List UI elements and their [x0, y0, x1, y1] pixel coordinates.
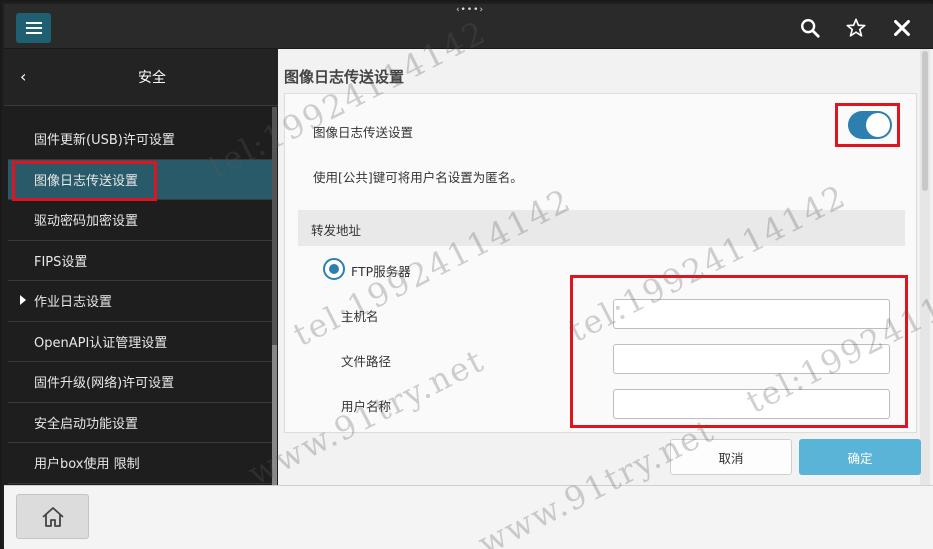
- sidebar-item[interactable]: 固件更新(USB)许可设置: [8, 119, 272, 160]
- section-title: 转发地址: [311, 223, 362, 238]
- radio-dot: [329, 264, 339, 274]
- favorite-button[interactable]: [842, 14, 870, 42]
- annotation-box-sidebar: [12, 161, 157, 201]
- sidebar-item[interactable]: 用户box使用 限制: [8, 443, 272, 484]
- sidebar-item[interactable]: 作业日志设置: [8, 281, 272, 322]
- sidebar-scrollbar[interactable]: [272, 107, 277, 485]
- ftp-server-radio[interactable]: [323, 258, 345, 280]
- close-button[interactable]: [888, 14, 916, 42]
- sidebar-item[interactable]: FIPS设置: [8, 241, 272, 281]
- sidebar-item[interactable]: 安全启动功能设置: [8, 403, 272, 443]
- sidebar-item-label: 固件更新(USB)许可设置: [34, 133, 175, 149]
- menu-button[interactable]: [16, 13, 51, 43]
- star-icon: [846, 18, 866, 37]
- sidebar-item-label: 作业日志设置: [34, 295, 113, 311]
- annotation-box-toggle: [835, 103, 900, 147]
- sidebar-item-label: 驱动密码加密设置: [34, 214, 139, 230]
- sidebar-item[interactable]: OpenAPI认证管理设置: [8, 322, 272, 362]
- search-icon: [801, 19, 820, 38]
- host-name-label: 主机名: [341, 309, 379, 324]
- pull-handle[interactable]: ‹•••›: [451, 6, 489, 15]
- top-bar: ‹•••›: [4, 4, 933, 49]
- sidebar-item[interactable]: 固件升级(网络)许可设置: [8, 362, 272, 403]
- ftp-server-label: FTP服务器: [351, 264, 411, 279]
- section-header: 转发地址: [298, 210, 905, 246]
- sidebar-item-label: 用户box使用 限制: [34, 457, 140, 473]
- sidebar-item-label: 安全启动功能设置: [34, 416, 139, 432]
- hint-text: 使用[公共]键可将用户名设置为匿名。: [313, 170, 523, 185]
- sidebar-item-label: 固件升级(网络)许可设置: [34, 376, 175, 392]
- annotation-box-fields: [570, 275, 908, 428]
- sidebar-item-label: FIPS设置: [34, 254, 88, 270]
- hamburger-icon: [25, 22, 42, 34]
- panel-scroll-thumb[interactable]: [922, 51, 928, 191]
- sidebar-header: ‹ 安全: [4, 49, 278, 106]
- page-title: 图像日志传送设置: [284, 68, 405, 86]
- cancel-button[interactable]: 取消: [670, 439, 792, 475]
- expand-caret-icon: [20, 295, 26, 305]
- home-icon: [41, 506, 64, 527]
- ok-button[interactable]: 确定: [799, 439, 921, 475]
- user-name-label: 用户名称: [341, 399, 392, 414]
- screen-frame: ‹•••› ‹ 安全 固件更新(USB)许可设置 图像日志传送设置驱动密码加密设置…: [0, 0, 933, 549]
- setting-label: 图像日志传送设置: [313, 125, 414, 140]
- search-button[interactable]: [796, 14, 824, 42]
- file-path-label: 文件路径: [341, 354, 392, 369]
- sidebar: ‹ 安全 固件更新(USB)许可设置 图像日志传送设置 驱动密码加密设置 FIPS设置…: [4, 49, 278, 485]
- close-icon: [894, 20, 910, 36]
- home-button[interactable]: [16, 494, 89, 539]
- sidebar-item[interactable]: 驱动密码加密设置: [8, 200, 272, 241]
- sidebar-title: 安全: [138, 70, 166, 86]
- panel-scrollbar[interactable]: [920, 49, 930, 485]
- sidebar-item-label: OpenAPI认证管理设置: [34, 335, 168, 351]
- sidebar-scroll-thumb[interactable]: [272, 345, 277, 485]
- bottom-bar: [4, 485, 933, 549]
